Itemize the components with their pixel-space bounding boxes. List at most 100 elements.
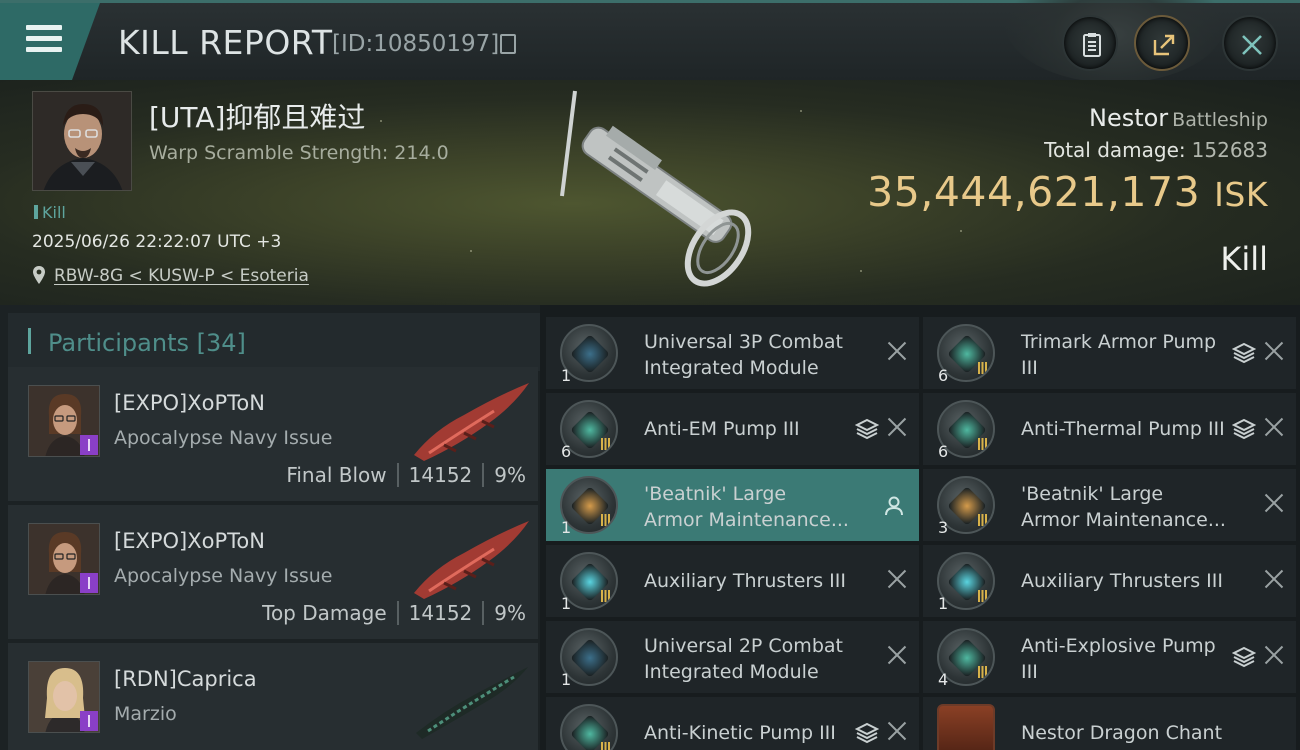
module-name-line: Auxiliary Thrusters III xyxy=(1021,570,1223,592)
module-name: 'Beatnik' Large Armor Maintenance... xyxy=(1021,481,1241,533)
report-id: [ID:10850197] xyxy=(332,31,500,57)
location-link[interactable]: RBW-8G < KUSW-P < Esoteria xyxy=(54,266,309,286)
module-name-line: Integrated Module xyxy=(644,357,819,379)
layers-icon[interactable] xyxy=(1232,645,1256,669)
module-item[interactable]: 6 Anti-EM Pump III xyxy=(546,393,919,465)
module-name-line: Nestor Dragon Chant xyxy=(1021,722,1223,744)
ship-name: Nestor xyxy=(1088,104,1169,132)
module-quantity: 1 xyxy=(561,366,572,385)
avatar[interactable] xyxy=(28,385,100,457)
fitted-modules-grid: 1 Universal 3P Combat Integrated Module 6 Tr… xyxy=(540,305,1300,750)
clipboard-button[interactable] xyxy=(1062,15,1118,71)
module-item[interactable]: 6 Anti-Thermal Pump III xyxy=(923,393,1296,465)
module-quantity: 1 xyxy=(561,518,572,537)
module-item[interactable]: 3 'Beatnik' Large Armor Maintenance... xyxy=(923,469,1296,541)
isk-amount: 35,444,621,173 xyxy=(867,168,1201,216)
module-name-line: III xyxy=(1021,357,1038,379)
armor-pump-icon xyxy=(560,704,618,750)
layers-icon[interactable] xyxy=(855,721,879,745)
module-name: Auxiliary Thrusters III xyxy=(1021,568,1241,594)
module-item[interactable]: 6 Trimark Armor Pump III xyxy=(923,317,1296,389)
module-item[interactable]: 1 Auxiliary Thrusters III xyxy=(546,545,919,617)
participants-count: [34] xyxy=(196,329,246,357)
destroyed-x-icon xyxy=(1264,417,1284,437)
module-item[interactable]: 1 'Beatnik' Large Armor Maintenance... xyxy=(546,469,919,541)
module-name: Anti-EM Pump III xyxy=(644,416,864,442)
page-title: KILL REPORT xyxy=(118,23,333,62)
module-item[interactable]: 1 Auxiliary Thrusters III xyxy=(923,545,1296,617)
kill-summary: [UTA]抑郁且难过 Warp Scramble Strength: 214.0… xyxy=(0,80,1300,305)
participant-row[interactable]: [EXPO]XoPToN Apocalypse Navy Issue Final… xyxy=(8,367,538,501)
module-name-line: Anti-EM Pump III xyxy=(644,418,800,440)
module-name: 'Beatnik' Large Armor Maintenance... xyxy=(644,481,864,533)
module-name-line: Armor Maintenance... xyxy=(1021,509,1226,531)
module-quantity: 1 xyxy=(938,594,949,613)
total-damage-label: Total damage: xyxy=(1044,138,1186,162)
module-quantity: 6 xyxy=(938,442,949,461)
layers-icon[interactable] xyxy=(855,417,879,441)
participant-row[interactable]: [RDN]Caprica Marzio xyxy=(8,643,538,750)
module-name-line: Anti-Thermal Pump III xyxy=(1021,418,1225,440)
participant-name: [EXPO]XoPToN xyxy=(114,391,265,415)
module-item[interactable]: 1 Universal 3P Combat Integrated Module xyxy=(546,317,919,389)
module-quantity: 1 xyxy=(561,594,572,613)
avatar[interactable] xyxy=(28,523,100,595)
kill-datetime: 2025/06/26 22:22:07 UTC +3 xyxy=(32,232,282,252)
ship-render-icon xyxy=(414,521,529,599)
isk-value: 35,444,621,173 ISK xyxy=(867,168,1268,216)
module-name-line: Universal 2P Combat xyxy=(644,635,843,657)
module-name: Auxiliary Thrusters III xyxy=(644,568,864,594)
copy-icon[interactable] xyxy=(500,34,516,54)
destroyed-x-icon xyxy=(1264,493,1284,513)
person-icon[interactable] xyxy=(883,495,905,517)
victim-portrait[interactable] xyxy=(32,91,132,191)
ship-skin-icon xyxy=(937,704,995,750)
participant-percent: 9% xyxy=(494,601,526,625)
avatar[interactable] xyxy=(28,661,100,733)
ship-render-icon xyxy=(416,667,528,739)
close-button[interactable] xyxy=(1222,15,1278,71)
participant-ship: Marzio xyxy=(114,703,177,725)
pilot-portrait-icon xyxy=(33,92,131,190)
module-item[interactable]: Anti-Kinetic Pump III xyxy=(546,697,919,750)
location-pin-icon xyxy=(33,266,45,284)
participant-percent: 9% xyxy=(494,463,526,487)
participants-header: Participants [34] xyxy=(8,313,540,371)
module-name-line: Anti-Explosive Pump xyxy=(1021,635,1216,657)
module-name-line: 'Beatnik' Large xyxy=(644,483,787,505)
participant-stats: Top Damage 14152 9% xyxy=(262,601,526,625)
ship-render-icon xyxy=(414,383,529,461)
module-name: Universal 3P Combat Integrated Module xyxy=(644,329,864,381)
alliance-badge-icon xyxy=(80,711,98,731)
module-name-line: Integrated Module xyxy=(644,661,819,683)
warp-scramble-strength: Warp Scramble Strength: 214.0 xyxy=(149,142,449,164)
participant-role: Final Blow xyxy=(286,463,387,487)
victim-ship: Nestor Battleship xyxy=(1089,104,1268,132)
module-item[interactable]: 4 Anti-Explosive Pump III xyxy=(923,621,1296,693)
module-quantity: 3 xyxy=(938,518,949,537)
total-damage: Total damage: 152683 xyxy=(1044,138,1268,162)
share-button[interactable] xyxy=(1134,15,1190,71)
module-name-line: Armor Maintenance... xyxy=(644,509,849,531)
destroyed-x-icon xyxy=(1264,645,1284,665)
participant-row[interactable]: [EXPO]XoPToN Apocalypse Navy Issue Top D… xyxy=(8,505,538,639)
clipboard-icon xyxy=(1083,33,1101,57)
layers-icon[interactable] xyxy=(1232,417,1256,441)
module-name: Anti-Thermal Pump III xyxy=(1021,416,1241,442)
destroyed-x-icon xyxy=(887,417,907,437)
module-item[interactable]: 1 Universal 2P Combat Integrated Module xyxy=(546,621,919,693)
alliance-badge-icon xyxy=(80,435,98,455)
module-name-line: 'Beatnik' Large xyxy=(1021,483,1164,505)
destroyed-x-icon xyxy=(887,645,907,665)
module-name: Anti-Explosive Pump III xyxy=(1021,633,1241,685)
kill-tag: Kill xyxy=(34,203,66,222)
module-name: Nestor Dragon Chant xyxy=(1021,720,1241,746)
destroyed-x-icon xyxy=(1264,341,1284,361)
module-item[interactable]: Nestor Dragon Chant xyxy=(923,697,1296,750)
kill-outcome: Kill xyxy=(1220,240,1268,278)
participant-role: Top Damage xyxy=(262,601,387,625)
menu-button[interactable] xyxy=(0,3,100,80)
module-quantity: 1 xyxy=(561,670,572,689)
layers-icon[interactable] xyxy=(1232,341,1256,365)
ship-render-icon xyxy=(560,90,752,287)
